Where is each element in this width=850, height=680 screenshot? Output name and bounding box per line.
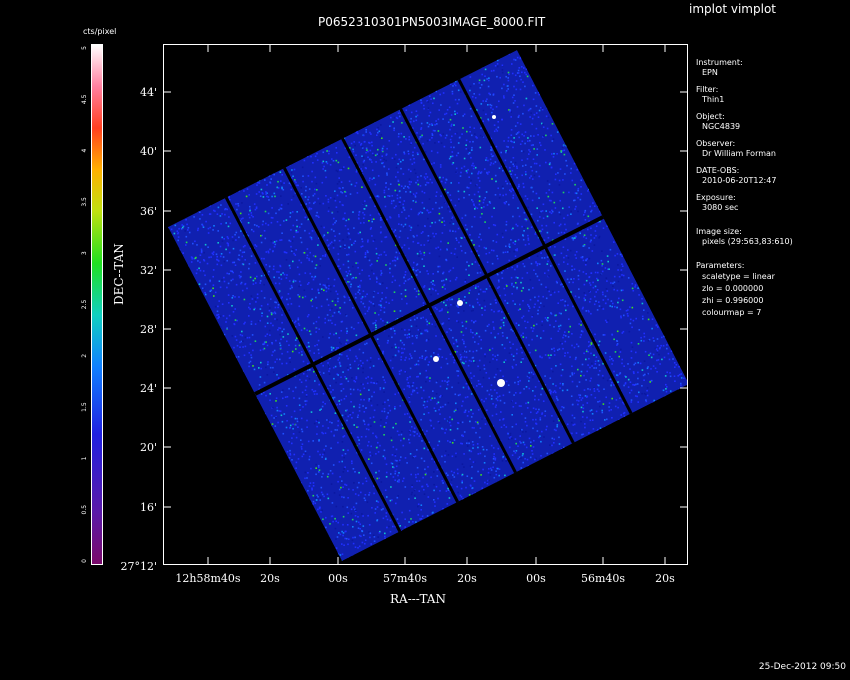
exposure-label: Exposure:: [696, 193, 736, 202]
y-axis-label: DEC--TAN: [112, 243, 126, 305]
y-tick-label: 20': [140, 441, 157, 454]
y-tick-label: 16': [140, 501, 157, 514]
param-zhi: zhi = 0.996000: [702, 296, 764, 305]
date-block: DATE-OBS: 2010-06-20T12:47: [696, 166, 793, 186]
object-block: Object: NGC4839: [696, 112, 793, 132]
x-tick-label: 00s: [328, 572, 348, 585]
instrument-label: Instrument:: [696, 58, 743, 67]
instrument-value: EPN: [702, 68, 718, 77]
y-tick-label: 28': [140, 323, 157, 336]
date-value: 2010-06-20T12:47: [702, 176, 777, 185]
parameters-label: Parameters:: [696, 261, 745, 270]
date-label: DATE-OBS:: [696, 166, 740, 175]
param-scaletype: scaletype = linear: [702, 272, 775, 281]
size-value: pixels (29:563,83:610): [702, 237, 793, 246]
instrument-block: Instrument: EPN: [696, 58, 793, 78]
datestamp: 25-Dec-2012 09:50: [758, 662, 846, 672]
y-tick-label: 44': [140, 86, 157, 99]
exposure-value: 3080 sec: [702, 203, 739, 212]
size-block: Image size: pixels (29:563,83:610): [696, 227, 793, 247]
x-tick-label: 57m40s: [383, 572, 427, 585]
x-tick-label: 00s: [526, 572, 546, 585]
x-tick-label: 20s: [260, 572, 280, 585]
x-axis-label: RA---TAN: [390, 592, 446, 606]
observer-label: Observer:: [696, 139, 736, 148]
param-zlo: zlo = 0.000000: [702, 284, 764, 293]
x-tick-label: 12h58m40s: [175, 572, 241, 585]
y-tick-label: 27°12': [120, 560, 157, 573]
exposure-block: Exposure: 3080 sec: [696, 193, 793, 213]
size-label: Image size:: [696, 227, 742, 236]
y-tick-label: 32': [140, 264, 157, 277]
x-tick-label: 20s: [655, 572, 675, 585]
x-tick-label: 56m40s: [581, 572, 625, 585]
parameters-block: Parameters: scaletype = linear zlo = 0.0…: [696, 261, 793, 319]
param-colourmap: colourmap = 7: [702, 308, 762, 317]
observer-block: Observer: Dr William Forman: [696, 139, 793, 159]
y-tick-label: 36': [140, 205, 157, 218]
y-tick-label: 24': [140, 382, 157, 395]
object-label: Object:: [696, 112, 725, 121]
filter-label: Filter:: [696, 85, 719, 94]
filter-block: Filter: Thin1: [696, 85, 793, 105]
info-panel: Instrument: EPN Filter: Thin1 Object: NG…: [696, 58, 793, 326]
filter-value: Thin1: [702, 95, 725, 104]
y-tick-label: 40': [140, 145, 157, 158]
observer-value: Dr William Forman: [702, 149, 776, 158]
object-value: NGC4839: [702, 122, 741, 131]
x-tick-label: 20s: [457, 572, 477, 585]
